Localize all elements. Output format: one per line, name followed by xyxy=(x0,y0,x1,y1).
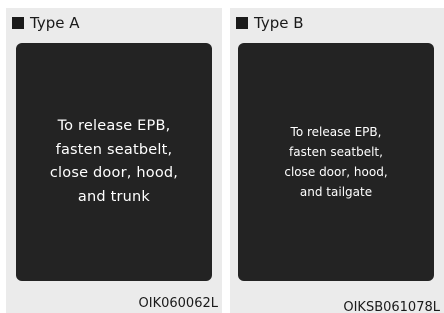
panel-header: Type A xyxy=(12,13,79,33)
message-line: fasten seatbelt, xyxy=(289,145,383,159)
warning-message: To release EPB, fasten seatbelt, close d… xyxy=(284,122,387,202)
panel-type-b: Type B To release EPB, fasten seatbelt, … xyxy=(230,8,444,313)
message-line: To release EPB, xyxy=(290,125,382,139)
message-line: and trunk xyxy=(77,188,151,205)
warning-message: To release EPB, fasten seatbelt, close d… xyxy=(50,115,178,209)
message-line: close door, hood, xyxy=(284,165,388,179)
message-line: fasten seatbelt, xyxy=(55,141,173,158)
panel-title: Type A xyxy=(30,14,80,32)
image-code: OIK060062L xyxy=(138,296,218,311)
message-line: and tailgate xyxy=(299,185,373,199)
message-line: close door, hood, xyxy=(49,165,179,181)
image-code: OIKSB061078L xyxy=(343,300,440,313)
cluster-display-screen: To release EPB, fasten seatbelt, close d… xyxy=(238,43,434,281)
panel-header: Type B xyxy=(236,13,304,33)
panel-type-a: Type A To release EPB, fasten seatbelt, … xyxy=(6,8,222,313)
black-square-bullet-icon xyxy=(12,17,24,29)
panel-title: Type B xyxy=(254,14,304,32)
cluster-display-screen: To release EPB, fasten seatbelt, close d… xyxy=(16,43,212,281)
black-square-bullet-icon xyxy=(236,17,248,29)
message-line: To release EPB, xyxy=(57,118,171,134)
